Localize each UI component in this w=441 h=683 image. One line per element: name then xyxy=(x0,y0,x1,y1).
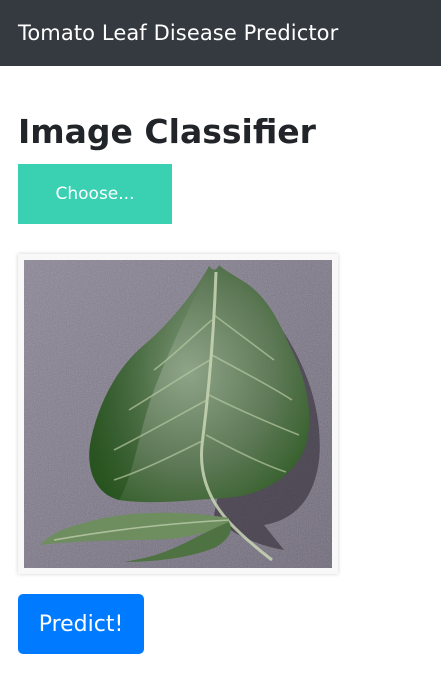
navbar-brand[interactable]: Tomato Leaf Disease Predictor xyxy=(18,21,338,45)
page-title: Image Classifier xyxy=(18,112,316,151)
predict-button[interactable]: Predict! xyxy=(18,594,144,654)
leaf-image xyxy=(24,260,332,568)
image-preview xyxy=(18,254,338,574)
choose-file-button[interactable]: Choose... xyxy=(18,164,172,224)
navbar: Tomato Leaf Disease Predictor xyxy=(0,0,441,66)
